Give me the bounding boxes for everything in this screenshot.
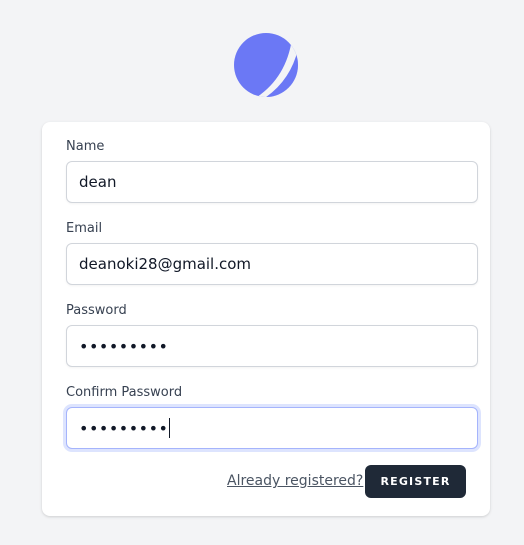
email-label: Email	[66, 221, 103, 236]
register-page: Name dean Email deanoki28@gmail.com Pass…	[0, 0, 524, 545]
password-value: •••••••••	[79, 336, 169, 356]
name-label: Name	[66, 139, 105, 154]
password-label: Password	[66, 303, 127, 318]
email-value: deanoki28@gmail.com	[79, 255, 252, 273]
confirm-password-value: •••••••••	[79, 418, 169, 438]
already-registered-link[interactable]: Already registered?	[227, 473, 363, 489]
email-input[interactable]: deanoki28@gmail.com	[66, 243, 478, 285]
text-caret	[169, 418, 171, 438]
register-button[interactable]: REGISTER	[365, 465, 466, 498]
name-value: dean	[79, 173, 117, 191]
password-input[interactable]: •••••••••	[66, 325, 478, 367]
moon-logo-icon	[234, 33, 298, 97]
confirm-password-input[interactable]: •••••••••	[66, 407, 478, 449]
register-card: Name dean Email deanoki28@gmail.com Pass…	[42, 122, 490, 516]
name-input[interactable]: dean	[66, 161, 478, 203]
confirm-password-label: Confirm Password	[66, 385, 183, 400]
